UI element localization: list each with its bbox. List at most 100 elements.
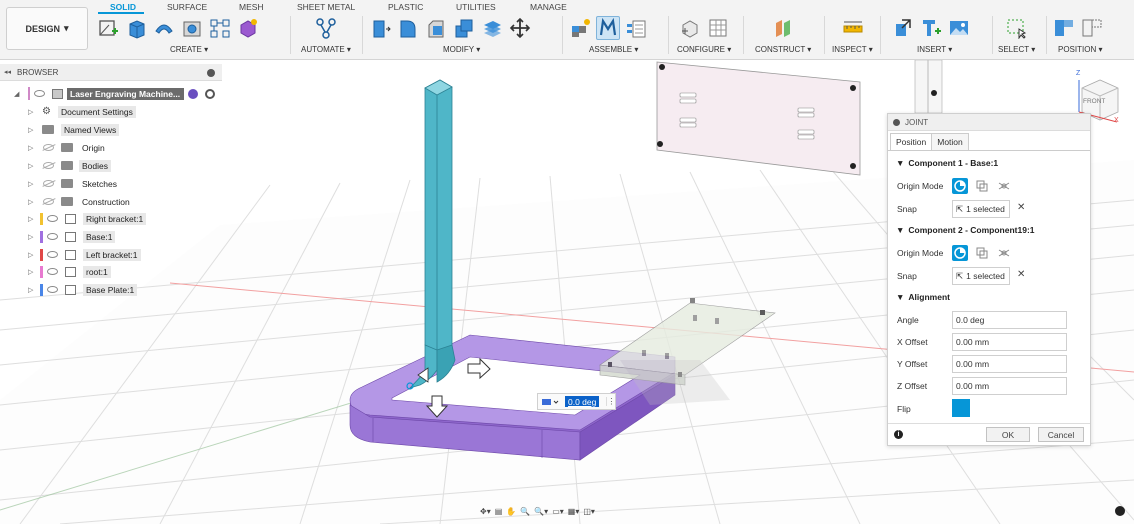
select-menu[interactable]: SELECT ▾: [998, 45, 1035, 54]
browser-item-left-bracket[interactable]: ▷ Left bracket:1: [0, 247, 222, 262]
visibility-icon[interactable]: [43, 162, 54, 169]
z-offset-input[interactable]: 0.00 mm: [952, 377, 1067, 395]
visibility-icon[interactable]: [47, 233, 58, 240]
insert-mcmaster-icon[interactable]: [919, 16, 943, 40]
configure-model-icon[interactable]: [678, 16, 702, 40]
alignment-section-header[interactable]: ▼ Alignment: [896, 292, 950, 302]
between-two-faces-icon[interactable]: [974, 178, 990, 194]
visibility-icon[interactable]: [43, 144, 54, 151]
visibility-icon[interactable]: [43, 180, 54, 187]
insert-derive-icon[interactable]: [891, 16, 915, 40]
browser-item-base-plate[interactable]: ▷ Base Plate:1: [0, 282, 222, 297]
visibility-icon[interactable]: [43, 198, 54, 205]
angle-input[interactable]: 0.0 deg: [952, 311, 1067, 329]
orbit-icon[interactable]: ✥▾: [480, 507, 491, 516]
flip-button[interactable]: [952, 399, 970, 417]
simple-origin-icon[interactable]: [952, 178, 968, 194]
between-two-faces-icon[interactable]: [974, 245, 990, 261]
tab-position[interactable]: Position: [890, 133, 933, 150]
angle-mode-dropdown[interactable]: [538, 394, 562, 409]
grid-settings-icon[interactable]: ▦▾: [568, 507, 580, 516]
revolve-icon[interactable]: [152, 16, 176, 40]
assemble-menu[interactable]: ASSEMBLE ▾: [589, 45, 638, 54]
browser-item-document-settings[interactable]: ▷ ⚙ Document Settings: [0, 104, 222, 119]
offset-plane-icon[interactable]: [771, 16, 795, 40]
joint-dialog-header[interactable]: JOINT: [888, 114, 1090, 131]
display-settings-icon[interactable]: ▭▾: [552, 507, 564, 516]
component2-section-header[interactable]: ▼ Component 2 - Component19:1: [896, 225, 1035, 235]
two-edge-intersection-icon[interactable]: [996, 178, 1012, 194]
automate-menu[interactable]: AUTOMATE ▾: [301, 45, 351, 54]
tab-surface[interactable]: SURFACE: [167, 2, 207, 12]
browser-item-right-bracket[interactable]: ▷ Right bracket:1: [0, 211, 222, 226]
look-at-icon[interactable]: ▤: [495, 507, 503, 516]
insert-canvas-icon[interactable]: [947, 16, 971, 40]
configuration-table-icon[interactable]: [706, 16, 730, 40]
extrude-icon[interactable]: [124, 16, 148, 40]
chamfer-icon[interactable]: [424, 16, 448, 40]
bill-of-materials-icon[interactable]: [624, 16, 648, 40]
visibility-icon[interactable]: [34, 90, 45, 97]
joint-icon[interactable]: [596, 16, 620, 40]
canvas-angle-input[interactable]: 0.0 deg ⋮: [537, 393, 617, 410]
collapse-icon[interactable]: ◢: [14, 90, 22, 98]
visibility-icon[interactable]: [47, 251, 58, 258]
component2-snap-selection[interactable]: ⇱ 1 selected: [952, 267, 1010, 285]
create-form-icon[interactable]: [236, 16, 260, 40]
simple-origin-icon[interactable]: [952, 245, 968, 261]
combine-icon[interactable]: [480, 16, 504, 40]
capture-position-icon[interactable]: [1052, 16, 1076, 40]
collapse-browser-icon[interactable]: ◂◂: [4, 68, 11, 76]
design-workspace-button[interactable]: DESIGN ▾: [6, 7, 88, 50]
tab-sheet-metal[interactable]: SHEET METAL: [297, 2, 355, 12]
browser-root-row[interactable]: ◢ Laser Engraving Machine...: [0, 86, 222, 101]
new-component-icon[interactable]: [568, 16, 592, 40]
modify-menu[interactable]: MODIFY ▾: [443, 45, 480, 54]
root-component-label[interactable]: Laser Engraving Machine...: [67, 87, 184, 100]
y-offset-input[interactable]: 0.00 mm: [952, 355, 1067, 373]
browser-item-origin[interactable]: ▷ Origin: [0, 140, 222, 155]
browser-item-bodies[interactable]: ▷ Bodies: [0, 158, 222, 173]
create-menu[interactable]: CREATE ▾: [170, 45, 208, 54]
fillet-icon[interactable]: [396, 16, 420, 40]
pan-icon[interactable]: ✋: [506, 507, 516, 516]
shell-icon[interactable]: [452, 16, 476, 40]
dialog-options-icon[interactable]: [893, 119, 900, 126]
component1-section-header[interactable]: ▼ Component 1 - Base:1: [896, 158, 998, 168]
move-icon[interactable]: [508, 16, 532, 40]
ok-button[interactable]: OK: [986, 427, 1030, 442]
browser-item-named-views[interactable]: ▷ Named Views: [0, 122, 222, 137]
visibility-icon[interactable]: [47, 268, 58, 275]
revert-position-icon[interactable]: [1080, 16, 1104, 40]
cancel-button[interactable]: Cancel: [1038, 427, 1084, 442]
zoom-window-icon[interactable]: 🔍▾: [534, 507, 548, 516]
clear-selection-icon[interactable]: ✕: [1017, 269, 1025, 280]
automate-icon[interactable]: [314, 16, 338, 40]
construct-menu[interactable]: CONSTRUCT ▾: [755, 45, 811, 54]
active-component-radio[interactable]: [205, 88, 215, 99]
tab-manage[interactable]: MANAGE: [530, 2, 567, 12]
tab-mesh[interactable]: MESH: [239, 2, 264, 12]
visibility-icon[interactable]: [47, 215, 58, 222]
browser-item-construction[interactable]: ▷ Construction: [0, 194, 222, 209]
inspect-menu[interactable]: INSPECT ▾: [832, 45, 873, 54]
clear-selection-icon[interactable]: ✕: [1017, 202, 1025, 213]
window-select-icon[interactable]: [1004, 16, 1028, 40]
measure-icon[interactable]: [841, 16, 865, 40]
create-sketch-icon[interactable]: [96, 16, 120, 40]
pattern-icon[interactable]: [208, 16, 232, 40]
info-icon[interactable]: i: [894, 430, 903, 439]
zoom-icon[interactable]: 🔍: [520, 507, 530, 516]
press-pull-icon[interactable]: [368, 16, 392, 40]
viewports-icon[interactable]: ◫▾: [583, 507, 595, 516]
browser-item-base[interactable]: ▷ Base:1: [0, 229, 222, 244]
tab-plastic[interactable]: PLASTIC: [388, 2, 423, 12]
browser-options-icon[interactable]: [207, 69, 215, 77]
tab-solid[interactable]: SOLID: [110, 2, 136, 12]
component1-snap-selection[interactable]: ⇱ 1 selected: [952, 200, 1010, 218]
insert-menu[interactable]: INSERT ▾: [917, 45, 952, 54]
activate-badge-icon[interactable]: [188, 88, 198, 99]
base-plate[interactable]: [656, 61, 861, 176]
configure-menu[interactable]: CONFIGURE ▾: [677, 45, 731, 54]
more-options-icon[interactable]: ⋮: [606, 397, 615, 406]
